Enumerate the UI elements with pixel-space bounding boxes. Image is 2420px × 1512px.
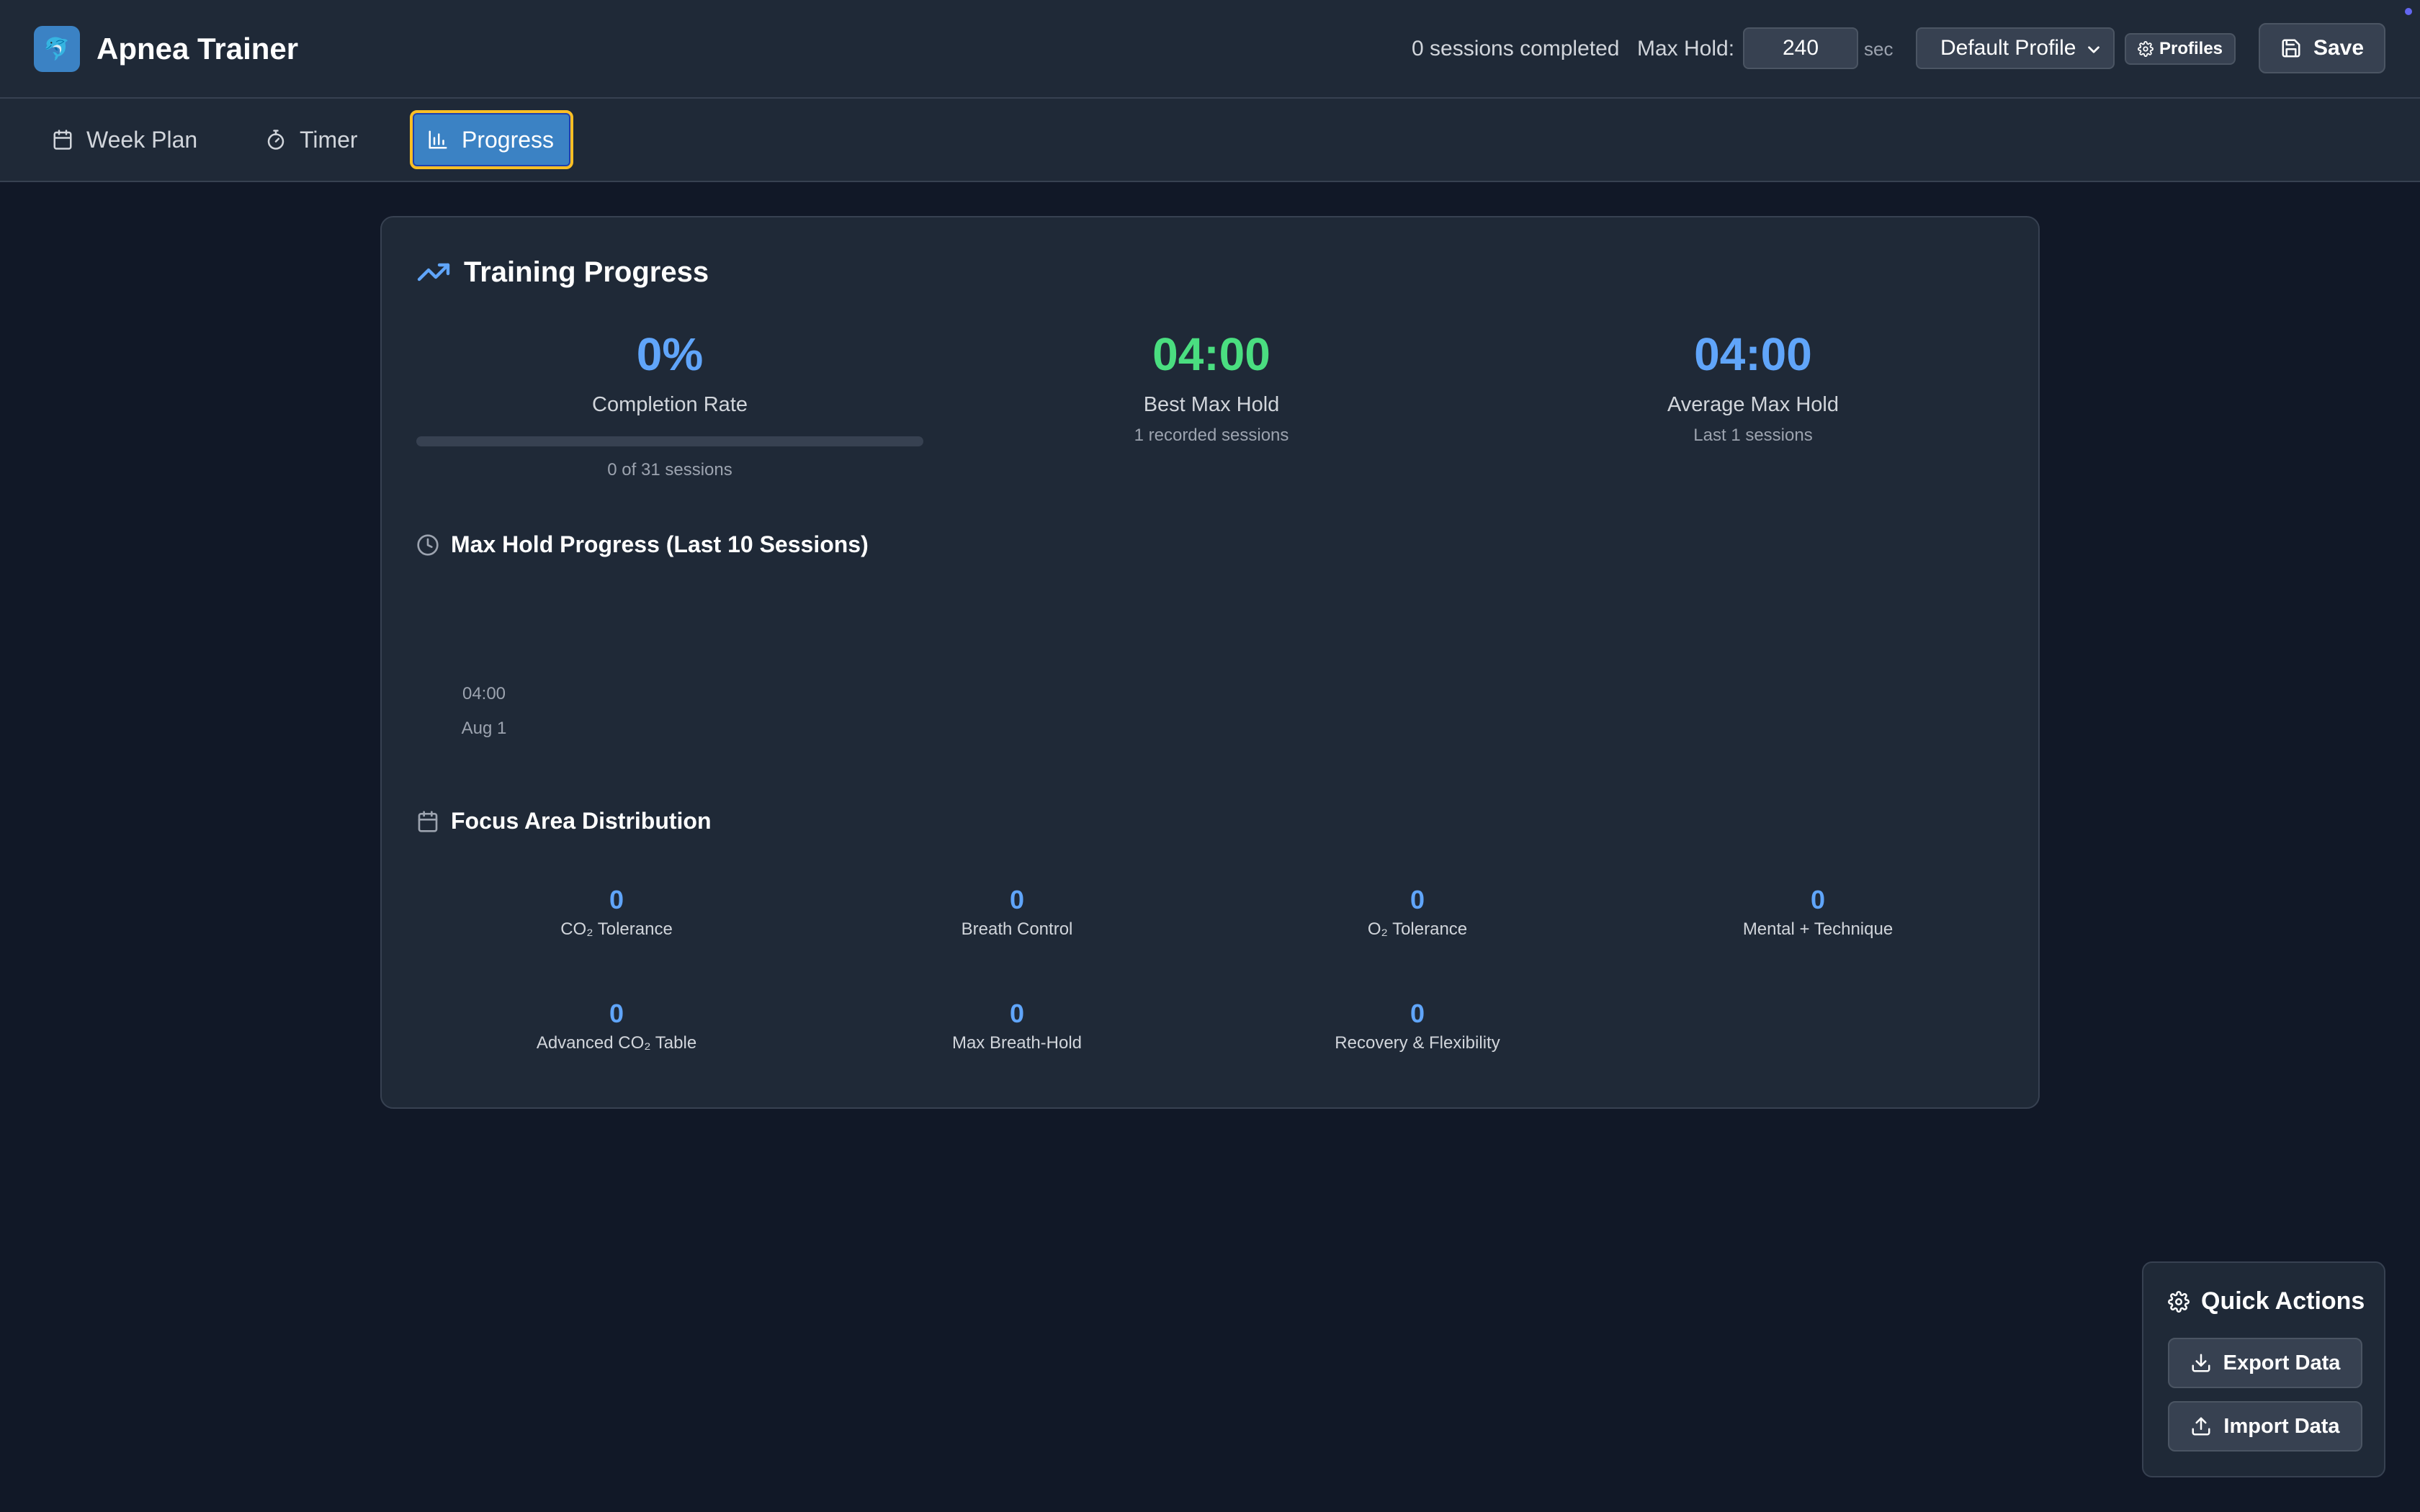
focus-item-advanced-co2-table: 0 Advanced CO₂ Table — [416, 998, 817, 1054]
focus-item-max-breath-hold: 0 Max Breath-Hold — [817, 998, 1217, 1054]
tab-progress[interactable]: Progress — [410, 110, 573, 169]
quick-actions-title: Quick Actions — [2201, 1287, 2365, 1315]
focus-label: CO₂ Tolerance — [560, 919, 673, 939]
chart-bar-value: 04:00 — [462, 684, 506, 703]
calendar-icon — [418, 810, 438, 832]
focus-distribution-header: Focus Area Distribution — [416, 808, 712, 834]
gear-icon — [2168, 1290, 2190, 1313]
focus-item-breath-control: 0 Breath Control — [817, 884, 1217, 940]
focus-distribution-title: Focus Area Distribution — [451, 808, 712, 834]
completion-rate-label: Completion Rate — [592, 393, 748, 416]
focus-label: Breath Control — [961, 919, 1073, 939]
average-max-hold-value: 04:00 — [1694, 328, 1812, 380]
max-hold-chart: 04:00 Aug 1 — [416, 585, 2007, 765]
max-hold-unit: sec — [1864, 38, 1894, 60]
chevron-down-icon — [2088, 46, 2099, 53]
profiles-button-label: Profiles — [2159, 39, 2223, 58]
best-max-hold-value: 04:00 — [1152, 328, 1270, 380]
tab-bar: Week Plan Timer Progress — [0, 99, 2420, 182]
focus-count: 0 — [1410, 885, 1425, 914]
focus-count: 0 — [609, 999, 624, 1028]
focus-label: Mental + Technique — [1742, 919, 1894, 939]
export-data-label: Export Data — [2223, 1351, 2341, 1374]
export-data-button[interactable]: Export Data — [2168, 1338, 2362, 1388]
average-max-hold-sub: Last 1 sessions — [1693, 426, 1813, 445]
focus-count: 0 — [1009, 999, 1025, 1028]
quick-actions-header: Quick Actions — [2168, 1287, 2365, 1315]
max-hold-label: Max Hold: — [1637, 37, 1735, 60]
focus-label: O₂ Tolerance — [1367, 919, 1468, 939]
average-max-hold-stat: 04:00 Average Max Hold Last 1 sessions — [1500, 325, 2007, 446]
focus-count: 0 — [1410, 999, 1425, 1028]
card-header: Training Progress — [416, 255, 709, 289]
tab-timer-label: Timer — [300, 126, 358, 153]
tab-progress-label: Progress — [462, 126, 555, 153]
gear-icon — [2138, 41, 2154, 57]
focus-item-recovery-flexibility: 0 Recovery & Flexibility — [1217, 998, 1618, 1054]
floppy-disk-icon — [2282, 39, 2300, 58]
card-title: Training Progress — [464, 256, 709, 288]
app-header: 🐬 Apnea Trainer 0 sessions completed Max… — [0, 0, 2420, 99]
max-hold-progress-header: Max Hold Progress (Last 10 Sessions) — [416, 531, 869, 558]
training-progress-card: Training Progress 0% Completion Rate 0 o… — [380, 216, 2040, 1109]
best-max-hold-label: Best Max Hold — [1143, 393, 1280, 416]
focus-count: 0 — [1810, 885, 1826, 914]
tab-timer[interactable]: Timer — [246, 110, 377, 169]
stopwatch-icon — [267, 130, 284, 150]
focus-count: 0 — [1009, 885, 1025, 914]
save-button-label: Save — [2313, 36, 2365, 60]
profile-select[interactable]: Default Profile — [1916, 27, 2115, 69]
focus-label: Max Breath-Hold — [951, 1033, 1083, 1053]
app-title: Apnea Trainer — [97, 32, 299, 66]
completion-progress-bar — [416, 436, 923, 446]
chart-bar-date: Aug 1 — [461, 719, 507, 738]
completion-rate-stat: 0% Completion Rate 0 of 31 sessions — [416, 325, 923, 481]
import-data-label: Import Data — [2223, 1414, 2340, 1438]
best-max-hold-sub: 1 recorded sessions — [1134, 426, 1289, 445]
bar-chart-icon — [429, 130, 447, 149]
logo-glyph: 🐬 — [43, 37, 71, 61]
focus-item-co2-tolerance: 0 CO₂ Tolerance — [416, 884, 817, 940]
focus-label: Recovery & Flexibility — [1335, 1033, 1500, 1053]
profile-selected-value: Default Profile — [1940, 36, 2076, 60]
notification-dot — [2405, 8, 2412, 15]
focus-item-mental-technique: 0 Mental + Technique — [1618, 884, 2018, 940]
upload-icon — [2192, 1417, 2210, 1436]
tab-week-plan-label: Week Plan — [86, 126, 198, 153]
calendar-icon — [53, 130, 72, 150]
chart-bar-column: 04:00 Aug 1 — [447, 585, 521, 765]
completion-sessions-text: 0 of 31 sessions — [607, 460, 732, 480]
average-max-hold-label: Average Max Hold — [1667, 393, 1839, 416]
max-hold-progress-title: Max Hold Progress (Last 10 Sessions) — [451, 531, 869, 557]
max-hold-input[interactable] — [1743, 27, 1858, 69]
import-data-button[interactable]: Import Data — [2168, 1401, 2362, 1452]
save-button[interactable]: Save — [2259, 23, 2385, 73]
quick-actions-panel: Quick Actions Export Data Import Data — [2142, 1261, 2385, 1477]
clock-icon — [417, 534, 439, 556]
tab-week-plan[interactable]: Week Plan — [33, 110, 216, 169]
profiles-button[interactable]: Profiles — [2125, 33, 2236, 65]
sessions-completed-text: 0 sessions completed — [1412, 37, 1620, 60]
trending-up-icon — [417, 263, 450, 282]
download-icon — [2192, 1354, 2210, 1372]
focus-count: 0 — [609, 885, 624, 914]
focus-item-o2-tolerance: 0 O₂ Tolerance — [1217, 884, 1618, 940]
completion-rate-value: 0% — [636, 328, 704, 380]
best-max-hold-stat: 04:00 Best Max Hold 1 recorded sessions — [958, 325, 1465, 446]
focus-label: Advanced CO₂ Table — [536, 1033, 697, 1053]
dolphin-logo-icon: 🐬 — [34, 26, 80, 72]
